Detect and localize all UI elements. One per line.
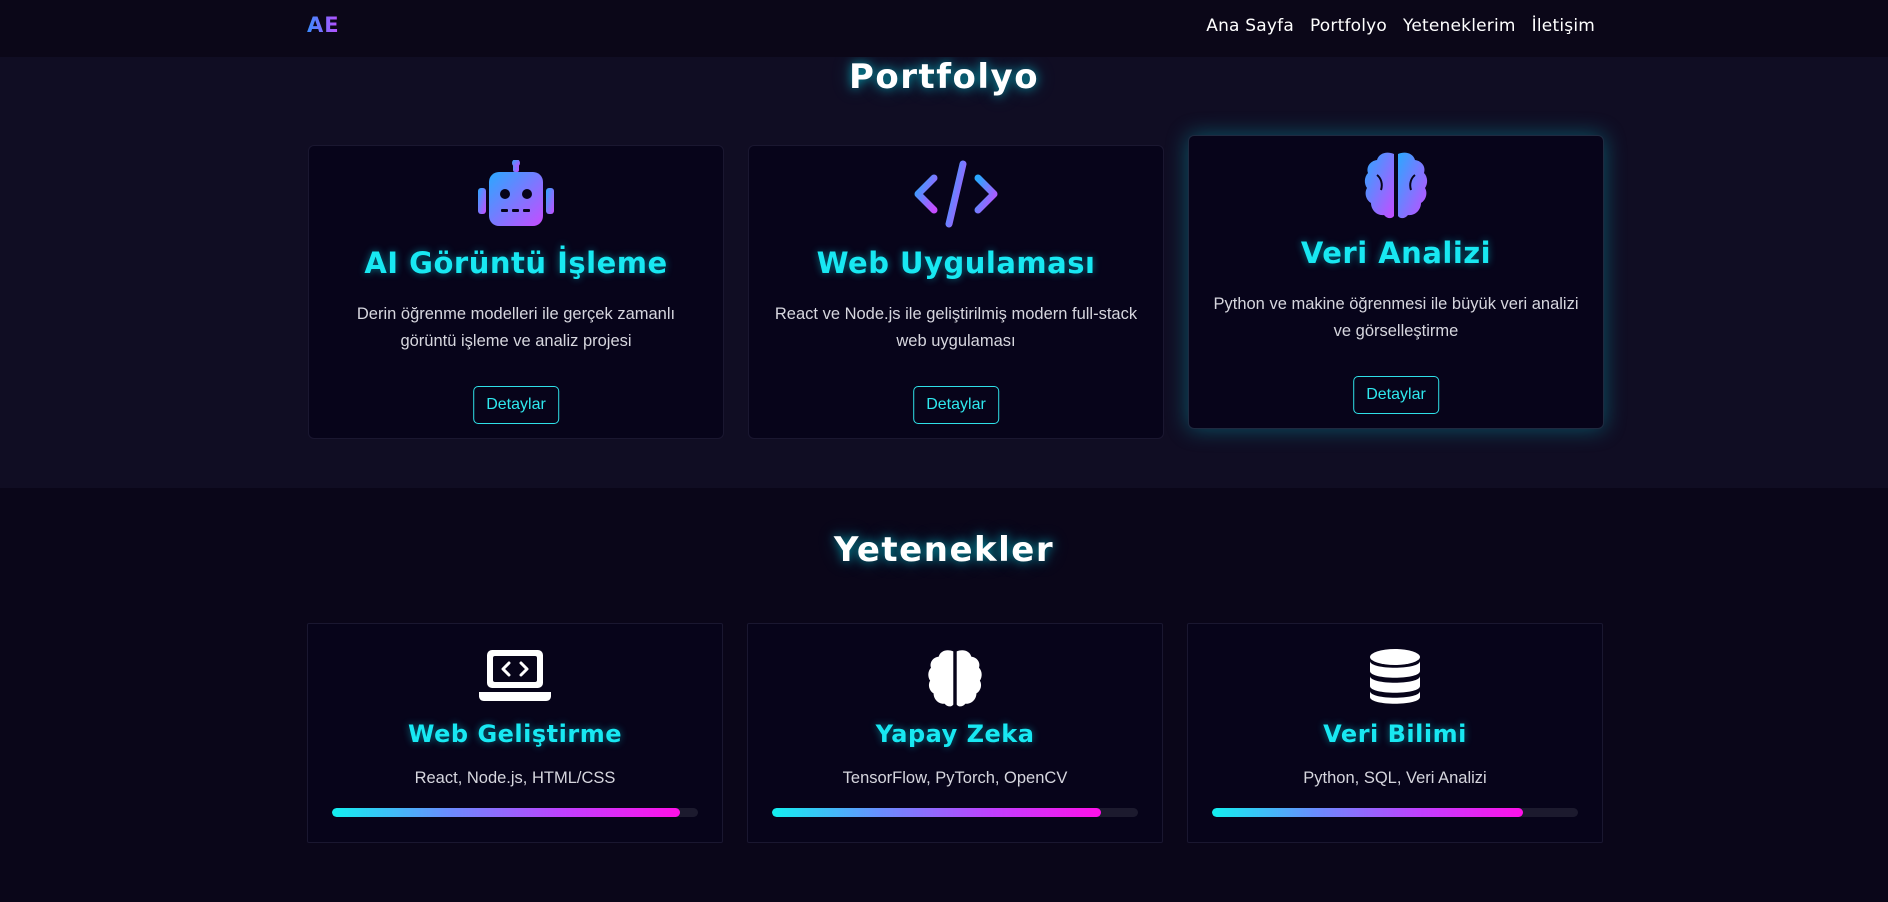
database-icon bbox=[1188, 648, 1602, 708]
nav-links: Ana Sayfa Portfolyo Yeteneklerim İletişi… bbox=[1206, 16, 1595, 36]
brain-icon bbox=[748, 648, 1162, 708]
portfolio-card-ai: AI Görüntü İşleme Derin öğrenme modeller… bbox=[308, 145, 724, 439]
portfolio-card-data: Veri Analizi Python ve makine öğrenmesi … bbox=[1188, 135, 1604, 429]
robot-icon bbox=[309, 160, 723, 240]
portfolio-card-description: Python ve makine öğrenmesi ile büyük ver… bbox=[1213, 295, 1579, 340]
logo[interactable]: AE bbox=[307, 13, 340, 37]
brain-icon bbox=[1189, 150, 1603, 230]
portfolio-card-title: Web Uygulaması bbox=[816, 246, 1096, 280]
portfolio-card-title: AI Görüntü İşleme bbox=[364, 246, 668, 280]
details-button[interactable]: Detaylar bbox=[473, 386, 559, 424]
laptop-code-icon bbox=[308, 648, 722, 708]
skill-progress-fill bbox=[332, 808, 680, 817]
portfolio-card-description: React ve Node.js ile geliştirilmiş moder… bbox=[774, 305, 1138, 350]
skill-card-description: TensorFlow, PyTorch, OpenCV bbox=[842, 769, 1068, 787]
nav-link-home[interactable]: Ana Sayfa bbox=[1206, 16, 1294, 36]
skill-card-data: Veri Bilimi Python, SQL, Veri Analizi bbox=[1187, 623, 1603, 843]
skills-title: Yetenekler bbox=[833, 530, 1055, 570]
code-icon bbox=[749, 160, 1163, 240]
details-button[interactable]: Detaylar bbox=[1353, 376, 1439, 414]
navbar: AE Ana Sayfa Portfolyo Yeteneklerim İlet… bbox=[0, 0, 1888, 57]
skill-progress-fill bbox=[772, 808, 1102, 817]
portfolio-card-web: Web Uygulaması React ve Node.js ile geli… bbox=[748, 145, 1164, 439]
nav-link-skills[interactable]: Yeteneklerim bbox=[1403, 16, 1516, 36]
portfolio-card-description: Derin öğrenme modelleri ile gerçek zaman… bbox=[356, 305, 676, 350]
nav-link-portfolio[interactable]: Portfolyo bbox=[1310, 16, 1387, 36]
skill-card-description: React, Node.js, HTML/CSS bbox=[414, 769, 616, 787]
skill-progress-fill bbox=[1212, 808, 1524, 817]
portfolio-card-title: Veri Analizi bbox=[1300, 236, 1492, 270]
nav-link-contact[interactable]: İletişim bbox=[1532, 16, 1595, 36]
skill-progress-bar bbox=[772, 808, 1138, 817]
skill-card-description: Python, SQL, Veri Analizi bbox=[1303, 769, 1487, 787]
skill-card-web: Web Geliştirme React, Node.js, HTML/CSS bbox=[307, 623, 723, 843]
skill-card-title: Veri Bilimi bbox=[1323, 720, 1467, 748]
skill-progress-bar bbox=[1212, 808, 1578, 817]
skill-card-title: Web Geliştirme bbox=[408, 720, 622, 748]
details-button[interactable]: Detaylar bbox=[913, 386, 999, 424]
skill-card-title: Yapay Zeka bbox=[875, 720, 1035, 748]
portfolio-title: Portfolyo bbox=[848, 57, 1040, 97]
skill-card-ai: Yapay Zeka TensorFlow, PyTorch, OpenCV bbox=[747, 623, 1163, 843]
skill-progress-bar bbox=[332, 808, 698, 817]
